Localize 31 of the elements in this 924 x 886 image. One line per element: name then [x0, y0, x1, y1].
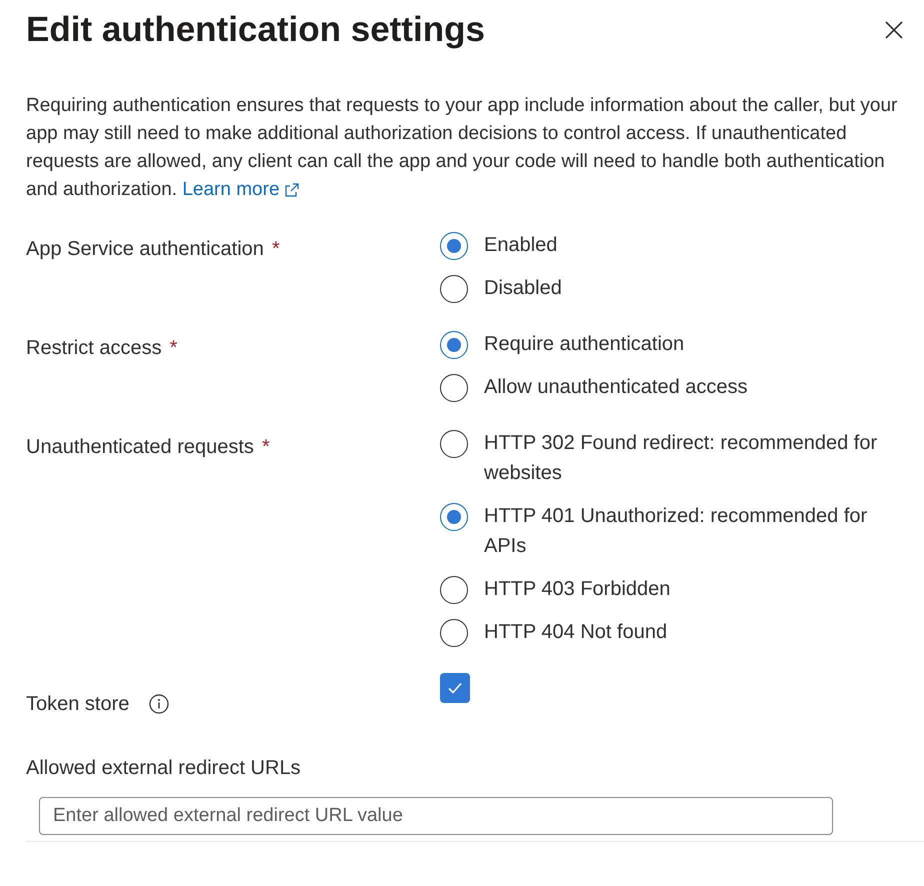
radio-option[interactable]: HTTP 403 Forbidden	[440, 574, 890, 604]
radio-button[interactable]	[440, 232, 468, 260]
radio-option[interactable]: Enabled	[440, 230, 890, 260]
panel-title: Edit authentication settings	[26, 9, 485, 51]
radio-option[interactable]: Disabled	[440, 273, 890, 303]
field-label: Allowed external redirect URLs	[26, 756, 301, 781]
radio-button[interactable]	[440, 619, 468, 647]
info-icon[interactable]	[149, 694, 170, 714]
description-text: Requiring authentication ensures that requests to your app include information about the caller, but your app may still need to make additional authorization decisions to control access. If unauthenticated requests are allowed, any client can call the app and your code will need to handle both authentication and authorization. Learn more	[26, 92, 920, 204]
radio-button[interactable]	[440, 430, 468, 458]
learn-more-link[interactable]: Learn more	[182, 176, 300, 204]
radio-button[interactable]	[440, 503, 468, 531]
radio-button[interactable]	[440, 374, 468, 402]
required-mark: *	[170, 336, 178, 361]
required-mark: *	[272, 237, 280, 262]
checkbox[interactable]	[440, 673, 470, 703]
radio-option[interactable]: HTTP 401 Unauthorized: recommended for APIs	[440, 501, 890, 561]
radio-button[interactable]	[440, 576, 468, 604]
radio-option[interactable]: Require authentication	[440, 329, 890, 359]
redirect-url-field[interactable]: Enter allowed external redirect URL value	[39, 797, 833, 835]
external-link-icon	[284, 182, 300, 198]
radio-button[interactable]	[440, 331, 468, 359]
radio-option[interactable]: HTTP 302 Found redirect: recommended for websites	[440, 428, 890, 488]
field-label: Unauthenticated requests	[26, 435, 254, 460]
field-label: Restrict access	[26, 336, 162, 361]
radio-option[interactable]: HTTP 404 Not found	[440, 617, 890, 647]
required-mark: *	[262, 435, 270, 460]
radio-option[interactable]: Allow unauthenticated access	[440, 372, 890, 402]
field-label: Token store	[26, 692, 130, 717]
field-label: App Service authentication	[26, 237, 264, 262]
radio-button[interactable]	[440, 275, 468, 303]
